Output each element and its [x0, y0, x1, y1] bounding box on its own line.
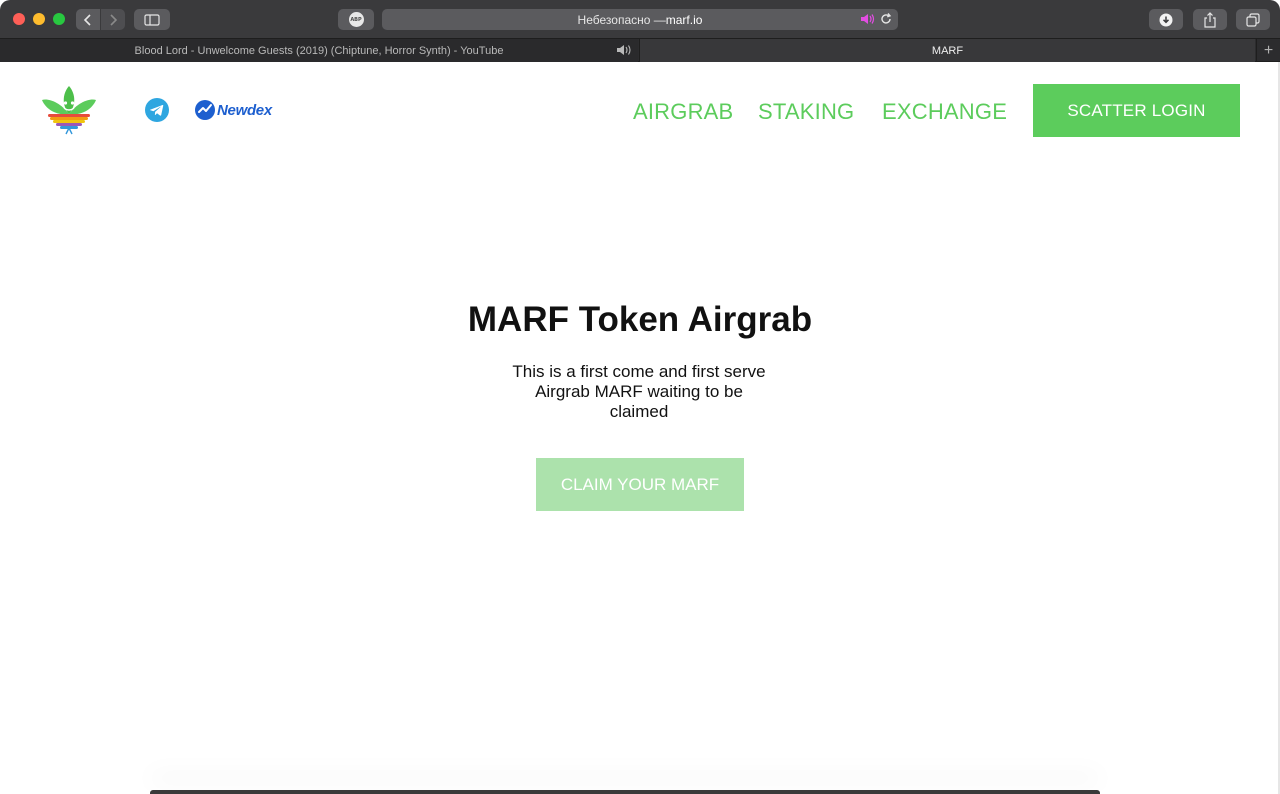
newdex-label: Newdex: [217, 101, 272, 119]
speaker-icon[interactable]: [860, 13, 876, 25]
tab-overview-button[interactable]: [1236, 9, 1270, 30]
browser-titlebar: ABP Небезопасно — marf.io: [0, 0, 1280, 38]
forward-button[interactable]: [101, 9, 125, 30]
adblock-icon: ABP: [348, 12, 364, 27]
marf-leaf-logo-icon[interactable]: [40, 84, 98, 136]
minimize-window-button[interactable]: [33, 13, 45, 25]
close-window-button[interactable]: [13, 13, 25, 25]
sidebar-toggle-button[interactable]: [134, 9, 170, 30]
address-security-text: Небезопасно —: [577, 12, 666, 27]
chevron-left-icon: [83, 13, 91, 26]
speaker-icon[interactable]: [616, 44, 634, 56]
page-title: MARF Token Airgrab: [467, 300, 813, 339]
new-tab-button[interactable]: +: [1256, 39, 1280, 62]
fullscreen-window-button[interactable]: [53, 13, 65, 25]
share-button[interactable]: [1193, 9, 1227, 30]
adblock-button[interactable]: ABP: [338, 9, 374, 30]
tabs-overview-icon: [1246, 12, 1260, 27]
page-content: Newdex AIRGRAB STAKING EXCHANGE SCATTER …: [0, 62, 1280, 794]
tab-bar: Blood Lord - Unwelcome Guests (2019) (Ch…: [0, 38, 1280, 62]
nav-staking[interactable]: STAKING: [758, 99, 854, 125]
newdex-logo-icon: [195, 100, 215, 120]
tab-label: MARF: [931, 44, 964, 57]
downloads-button[interactable]: [1149, 9, 1183, 30]
download-icon: [1159, 13, 1173, 26]
chevron-right-icon: [110, 13, 118, 26]
address-bar[interactable]: Небезопасно — marf.io: [382, 9, 898, 30]
sidebar-icon: [144, 13, 160, 26]
hero-subtitle: This is a first come and first serve Air…: [512, 362, 766, 421]
tab-youtube[interactable]: Blood Lord - Unwelcome Guests (2019) (Ch…: [0, 39, 638, 62]
reload-icon[interactable]: [879, 12, 893, 26]
address-host: marf.io: [665, 12, 703, 27]
bottom-panel-edge: [150, 790, 1100, 794]
telegram-icon[interactable]: [145, 98, 169, 122]
tab-label: Blood Lord - Unwelcome Guests (2019) (Ch…: [134, 44, 504, 57]
newdex-link[interactable]: Newdex: [195, 98, 272, 122]
nav-exchange[interactable]: EXCHANGE: [882, 99, 1007, 125]
tab-marf[interactable]: MARF: [639, 39, 1255, 62]
share-icon: [1204, 11, 1216, 28]
claim-marf-button[interactable]: CLAIM YOUR MARF: [536, 458, 744, 511]
nav-airgrab[interactable]: AIRGRAB: [633, 99, 733, 125]
scatter-login-button[interactable]: SCATTER LOGIN: [1033, 84, 1240, 137]
back-button[interactable]: [76, 9, 100, 30]
